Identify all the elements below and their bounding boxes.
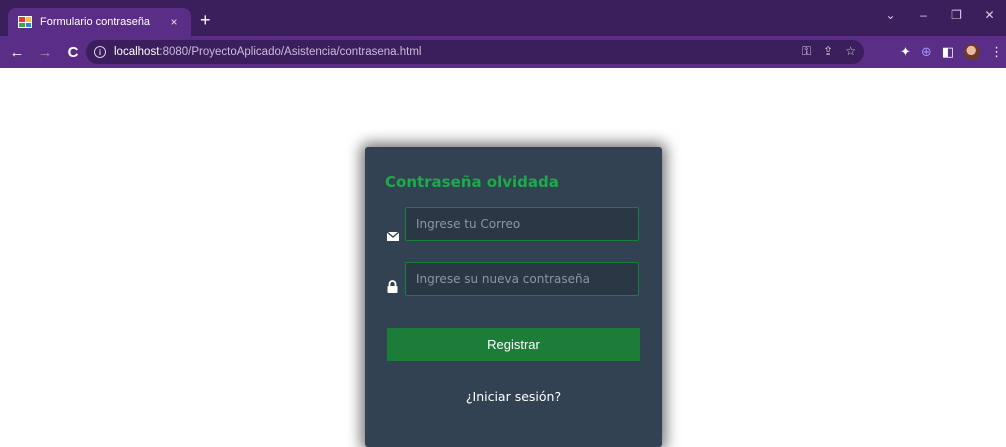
tab-search-icon[interactable]: ⌄ [874, 8, 907, 22]
login-link[interactable]: ¿Iniciar sesión? [365, 389, 662, 404]
side-panel-icon[interactable]: ◧ [942, 44, 954, 60]
download-icon[interactable]: ⊕ [921, 44, 932, 60]
extensions-puzzle-icon[interactable]: ✦ [900, 44, 911, 60]
address-bar[interactable]: i localhost:8080/ProyectoAplicado/Asiste… [86, 40, 864, 64]
form-title: Contraseña olvidada [385, 173, 559, 191]
back-button[interactable]: ← [6, 44, 28, 61]
extensions-area: ✦ ⊕ ◧ ⋮ [900, 44, 1003, 60]
address-bar-actions: ⚿ ⇪ ☆ [802, 44, 856, 59]
password-reset-card: Contraseña olvidada Registrar ¿Iniciar s… [365, 147, 662, 447]
register-button[interactable]: Registrar [387, 328, 640, 361]
tab-favicon-icon [18, 16, 32, 28]
url-path: :8080/ProyectoAplicado/Asistencia/contra… [159, 46, 422, 58]
browser-tab-bar: Formulario contraseña × + ⌄ – ❐ ✕ [0, 0, 1006, 36]
profile-avatar[interactable] [964, 44, 981, 60]
close-window-button[interactable]: ✕ [973, 8, 1006, 22]
tab-close-icon[interactable]: × [167, 15, 181, 29]
restore-button[interactable]: ❐ [940, 8, 973, 22]
minimize-button[interactable]: – [907, 8, 940, 22]
page-content: Contraseña olvidada Registrar ¿Iniciar s… [0, 68, 1006, 447]
lock-icon [387, 280, 398, 298]
reload-button[interactable]: C [62, 44, 84, 61]
new-password-input[interactable] [405, 262, 639, 296]
browser-toolbar: ← → C i localhost:8080/ProyectoAplicado/… [0, 36, 1006, 68]
envelope-icon [386, 229, 400, 247]
key-icon[interactable]: ⚿ [802, 44, 811, 59]
forward-button[interactable]: → [34, 44, 56, 61]
site-info-icon[interactable]: i [94, 46, 106, 58]
browser-tab[interactable]: Formulario contraseña × [8, 8, 191, 36]
tab-title: Formulario contraseña [40, 16, 151, 28]
url-host: localhost [114, 46, 160, 58]
bookmark-star-icon[interactable]: ☆ [845, 44, 856, 59]
email-input[interactable] [405, 207, 639, 241]
menu-kebab-icon[interactable]: ⋮ [990, 44, 1003, 60]
window-controls: ⌄ – ❐ ✕ [874, 8, 1006, 22]
share-icon[interactable]: ⇪ [823, 44, 833, 59]
new-tab-button[interactable]: + [200, 11, 211, 29]
